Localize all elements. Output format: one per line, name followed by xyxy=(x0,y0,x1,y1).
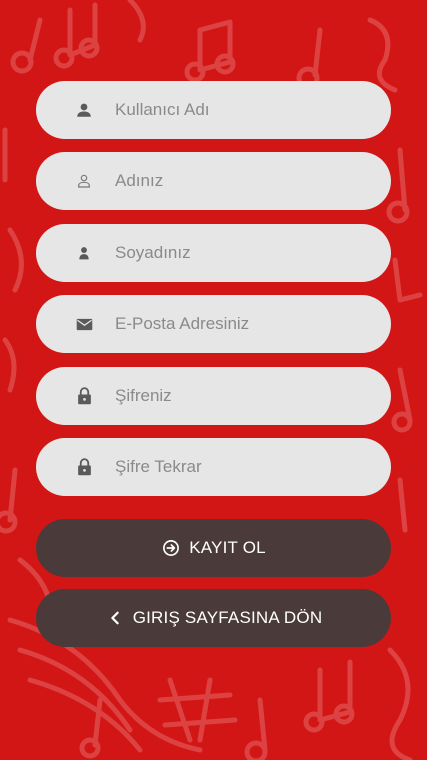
last-name-field[interactable] xyxy=(36,223,391,282)
person-icon xyxy=(74,100,94,120)
back-to-login-button[interactable]: GIRIŞ SAYFASINA DÖN xyxy=(36,589,391,647)
mail-icon xyxy=(74,314,94,334)
first-name-field[interactable] xyxy=(36,152,391,211)
register-form xyxy=(36,81,391,509)
username-input[interactable] xyxy=(115,81,367,139)
register-button[interactable]: KAYIT OL xyxy=(36,519,391,577)
password-field[interactable] xyxy=(36,366,391,425)
password-input[interactable] xyxy=(115,366,367,425)
back-to-login-label: GIRIŞ SAYFASINA DÖN xyxy=(132,608,323,627)
first-name-input[interactable] xyxy=(115,152,367,211)
login-arrow-icon xyxy=(161,538,181,558)
person-small-icon xyxy=(74,243,94,263)
email-input[interactable] xyxy=(115,295,367,354)
register-button-label: KAYIT OL xyxy=(189,538,266,557)
username-field[interactable] xyxy=(36,81,391,139)
email-field[interactable] xyxy=(36,295,391,354)
last-name-input[interactable] xyxy=(115,223,367,282)
chevron-left-icon xyxy=(105,608,125,628)
person-outline-icon xyxy=(74,171,94,191)
lock-icon xyxy=(74,386,94,406)
password-repeat-field[interactable] xyxy=(36,437,391,496)
password-repeat-input[interactable] xyxy=(115,437,367,496)
lock-icon xyxy=(74,457,94,477)
